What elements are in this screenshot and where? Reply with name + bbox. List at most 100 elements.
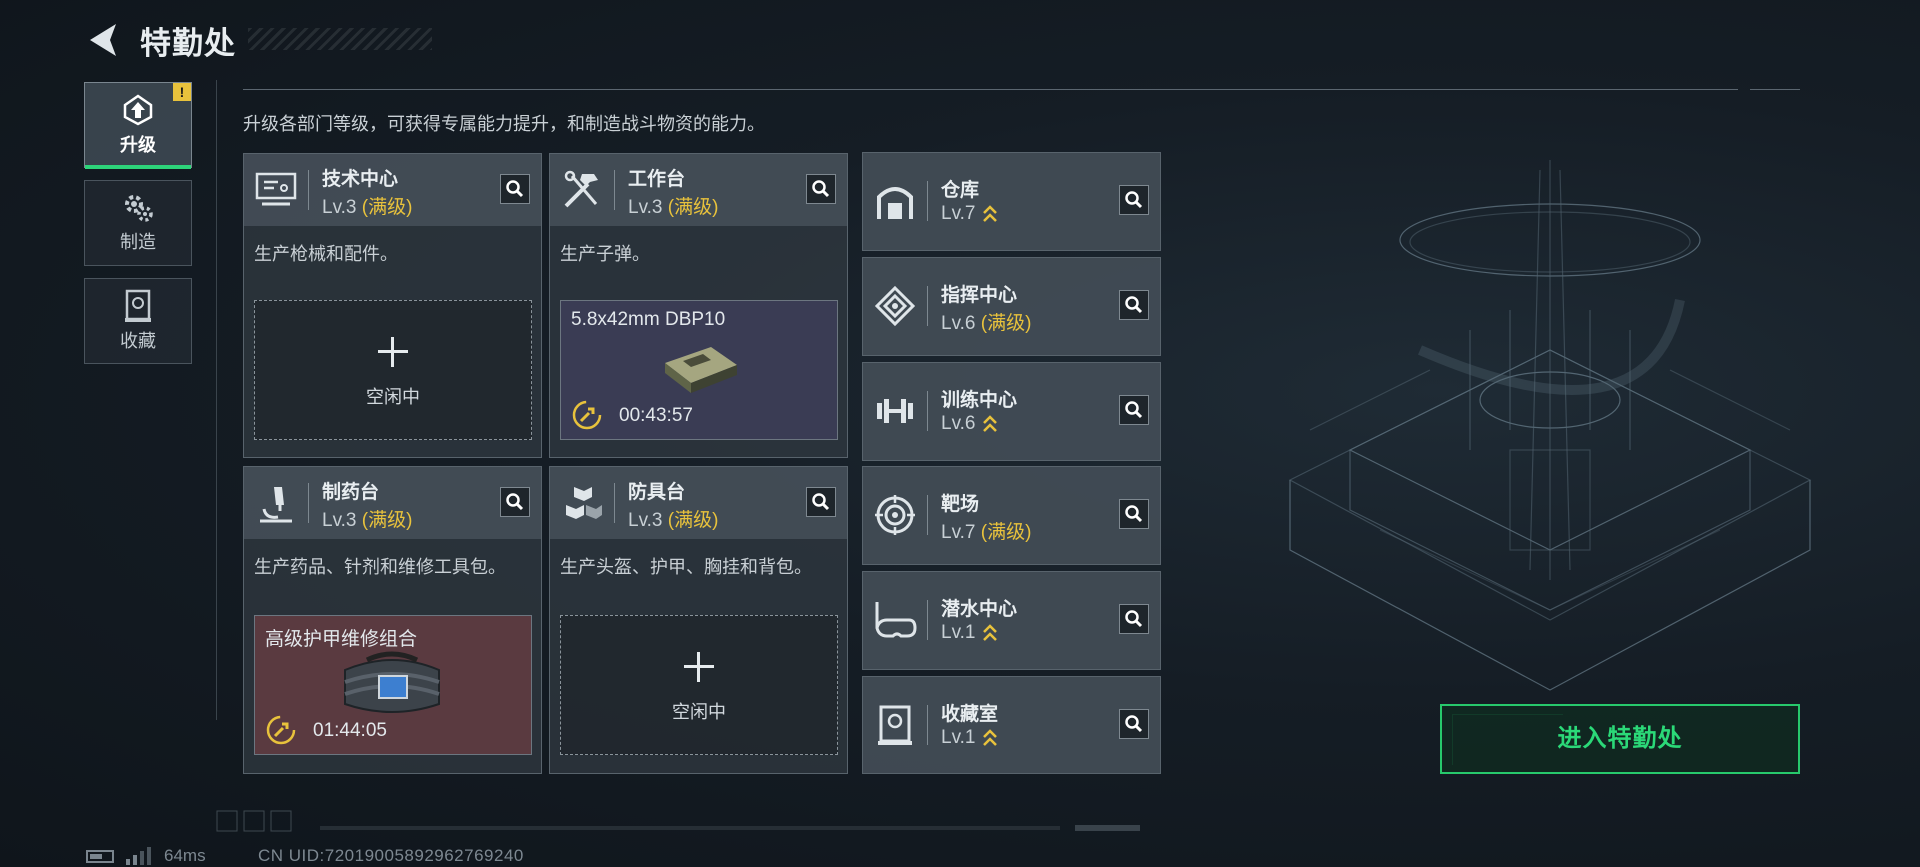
scroll-track[interactable] bbox=[320, 826, 1060, 830]
nav-label: 制造 bbox=[120, 232, 156, 252]
title-decoration bbox=[248, 28, 432, 50]
idle-slot[interactable]: 空闲中 bbox=[560, 615, 838, 755]
card-pharmacy: 制药台 Lv.3 (满级) 生产药品、针剂和维修工具包。 高级护甲维修组合 01… bbox=[243, 466, 542, 774]
signal-icon bbox=[126, 847, 151, 865]
idle-label: 空闲中 bbox=[672, 702, 726, 722]
divider bbox=[1750, 89, 1800, 90]
separator bbox=[308, 170, 309, 210]
armor-repair-kit-icon bbox=[344, 651, 440, 713]
alert-badge: ! bbox=[173, 83, 191, 101]
nav-label: 收藏 bbox=[120, 331, 156, 351]
back-arrow-icon[interactable] bbox=[84, 20, 124, 60]
department-level: Lv.3 (满级) bbox=[628, 197, 719, 218]
department-training-center[interactable]: 训练中心 Lv.6 bbox=[862, 362, 1161, 461]
upgrade-chevron-icon bbox=[982, 205, 997, 222]
production-slot[interactable]: 5.8x42mm DBP10 00:43:57 bbox=[560, 300, 838, 440]
card-workbench: 工作台 Lv.3 (满级) 生产子弹。 5.8x42mm DBP10 00:43… bbox=[549, 153, 848, 458]
magnifier-icon bbox=[812, 493, 830, 511]
upgrade-chevron-icon bbox=[982, 415, 997, 432]
department-shooting-range[interactable]: 靶场 Lv.7 (满级) bbox=[862, 466, 1161, 565]
upgrade-chevron-icon bbox=[982, 729, 997, 746]
magnifier-icon bbox=[1125, 505, 1143, 523]
gears-icon bbox=[125, 195, 153, 222]
search-button[interactable] bbox=[500, 174, 530, 204]
magnifier-icon bbox=[1125, 401, 1143, 419]
separator bbox=[614, 170, 615, 210]
production-timer: 01:44:05 bbox=[313, 720, 387, 741]
department-diving-center[interactable]: 潜水中心 Lv.1 bbox=[862, 571, 1161, 670]
search-button[interactable] bbox=[1119, 709, 1149, 739]
search-button[interactable] bbox=[1119, 604, 1149, 634]
magnifier-icon bbox=[1125, 715, 1143, 733]
department-description: 生产子弹。 bbox=[560, 244, 650, 264]
production-slot[interactable]: 高级护甲维修组合 01:44:05 bbox=[254, 615, 532, 755]
idle-label: 空闲中 bbox=[366, 387, 420, 407]
separator bbox=[927, 391, 928, 431]
nav-craft[interactable]: 制造 bbox=[84, 180, 192, 266]
production-timer: 00:43:57 bbox=[619, 405, 693, 426]
diving-mask-icon bbox=[875, 602, 917, 638]
scroll-thumb[interactable] bbox=[1075, 825, 1140, 831]
department-level: Lv.3 (满级) bbox=[322, 510, 413, 531]
department-name: 防具台 bbox=[628, 482, 686, 503]
collection-room-icon bbox=[878, 705, 912, 745]
separator bbox=[614, 483, 615, 523]
separator bbox=[927, 286, 928, 326]
search-button[interactable] bbox=[500, 487, 530, 517]
plus-icon bbox=[684, 652, 714, 682]
department-level: Lv.6 (满级) bbox=[941, 313, 1032, 334]
timer-wrench-icon bbox=[266, 715, 296, 745]
search-button[interactable] bbox=[1119, 290, 1149, 320]
separator bbox=[927, 600, 928, 640]
department-level: Lv.3 (满级) bbox=[322, 197, 413, 218]
facility-wireframe-illustration bbox=[1288, 160, 1812, 691]
hammer-wrench-icon bbox=[564, 170, 598, 208]
search-button[interactable] bbox=[1119, 395, 1149, 425]
max-level-tag: (满级) bbox=[980, 313, 1032, 334]
card-tech-center: 技术中心 Lv.3 (满级) 生产枪械和配件。 空闲中 bbox=[243, 153, 542, 458]
department-level: Lv.3 (满级) bbox=[628, 510, 719, 531]
search-button[interactable] bbox=[1119, 499, 1149, 529]
department-description: 生产药品、针剂和维修工具包。 bbox=[254, 557, 506, 577]
department-warehouse[interactable]: 仓库 Lv.7 bbox=[862, 152, 1161, 251]
battery-icon bbox=[86, 850, 114, 863]
separator bbox=[927, 705, 928, 745]
warehouse-icon bbox=[877, 187, 913, 219]
separator bbox=[927, 495, 928, 535]
department-description: 生产枪械和配件。 bbox=[254, 244, 398, 264]
divider bbox=[216, 80, 217, 720]
department-name: 收藏室 bbox=[941, 704, 999, 725]
page-description: 升级各部门等级，可获得专属能力提升，和制造战斗物资的能力。 bbox=[243, 114, 765, 134]
nav-upgrade[interactable]: ! 升级 bbox=[84, 82, 192, 169]
max-level-tag: (满级) bbox=[361, 197, 413, 218]
decorative-boxes bbox=[216, 810, 292, 832]
timer-wrench-icon bbox=[572, 400, 602, 430]
department-name: 技术中心 bbox=[322, 169, 399, 190]
ping-readout: 64ms bbox=[164, 846, 206, 865]
idle-slot[interactable]: 空闲中 bbox=[254, 300, 532, 440]
department-name: 训练中心 bbox=[941, 390, 1018, 411]
search-button[interactable] bbox=[1119, 185, 1149, 215]
enter-special-ops-button[interactable]: 进入特勤处 bbox=[1440, 704, 1800, 774]
armor-cubes-icon bbox=[566, 487, 602, 519]
computer-icon bbox=[255, 172, 297, 206]
separator bbox=[927, 181, 928, 221]
department-level: Lv.7 (满级) bbox=[941, 522, 1032, 543]
department-collection-room[interactable]: 收藏室 Lv.1 bbox=[862, 676, 1161, 774]
department-level: Lv.7 bbox=[941, 203, 998, 225]
dumbbell-icon bbox=[877, 399, 913, 423]
department-level: Lv.6 bbox=[941, 413, 998, 435]
department-command-center[interactable]: 指挥中心 Lv.6 (满级) bbox=[862, 257, 1161, 356]
upgrade-icon bbox=[123, 94, 153, 126]
max-level-tag: (满级) bbox=[980, 522, 1032, 543]
nav-collection[interactable]: 收藏 bbox=[84, 278, 192, 364]
department-name: 工作台 bbox=[628, 169, 686, 190]
product-name: 高级护甲维修组合 bbox=[265, 629, 418, 650]
magnifier-icon bbox=[1125, 610, 1143, 628]
department-level: Lv.1 bbox=[941, 622, 998, 644]
department-name: 指挥中心 bbox=[941, 285, 1018, 306]
search-button[interactable] bbox=[806, 174, 836, 204]
separator bbox=[308, 483, 309, 523]
search-button[interactable] bbox=[806, 487, 836, 517]
command-icon bbox=[874, 285, 916, 327]
